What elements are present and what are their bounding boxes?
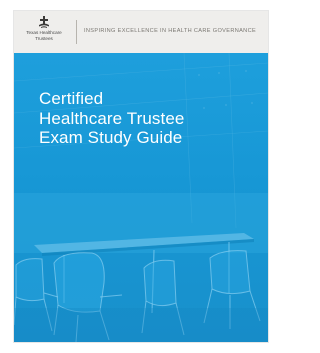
texas-healthcare-trustees-logo-icon — [39, 16, 49, 28]
book-cover: Texas Healthcare Trustees INSPIRING EXCE… — [14, 11, 268, 342]
cover-title-line-2: Healthcare Trustee — [39, 108, 185, 128]
cover-image-area: Certified Healthcare Trustee Exam Study … — [14, 53, 268, 342]
logo-text-line-2: Trustees — [35, 36, 53, 42]
cover-title-line-3: Exam Study Guide — [39, 128, 183, 147]
cover-title-line-1: Certified — [39, 89, 104, 108]
cover-title: Certified Healthcare Trustee Exam Study … — [39, 89, 259, 148]
organization-logo: Texas Healthcare Trustees — [16, 15, 72, 51]
header-divider — [76, 20, 77, 44]
tagline: INSPIRING EXCELLENCE IN HEALTH CARE GOVE… — [84, 28, 257, 34]
cover-header: Texas Healthcare Trustees INSPIRING EXCE… — [14, 11, 268, 53]
logo-text-line-1: Texas Healthcare — [26, 30, 62, 35]
